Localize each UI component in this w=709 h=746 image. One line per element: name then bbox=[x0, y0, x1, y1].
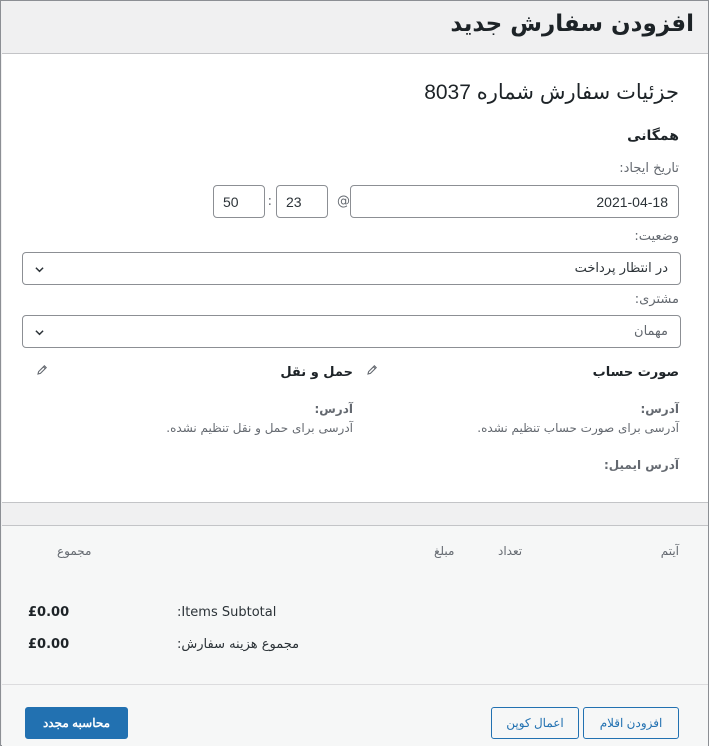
items-subtotal-value: £0.00 bbox=[28, 605, 70, 620]
items-header-item: آیتم bbox=[660, 544, 679, 558]
order-date-input[interactable]: 2021-04-18 bbox=[350, 185, 679, 218]
status-selected-value: در انتظار پرداخت bbox=[574, 261, 668, 276]
order-minute-input[interactable]: 50 bbox=[213, 185, 265, 218]
customer-select[interactable]: مهمان bbox=[22, 315, 681, 348]
shipping-address-label: آدرس: bbox=[314, 402, 353, 416]
chevron-down-icon bbox=[35, 267, 44, 273]
at-symbol: @ bbox=[337, 194, 350, 209]
billing-title: صورت حساب bbox=[592, 365, 679, 380]
items-header-cost: مبلغ bbox=[434, 544, 455, 558]
items-header-total: مجموع bbox=[57, 544, 92, 558]
items-subtotal-label: :Items Subtotal bbox=[177, 605, 277, 620]
status-label: وضعیت: bbox=[634, 229, 679, 244]
billing-address-text: آدرسی برای صورت حساب تنظیم نشده. bbox=[477, 421, 679, 435]
items-header-qty: تعداد bbox=[498, 544, 523, 558]
pencil-icon[interactable] bbox=[36, 364, 48, 376]
window-frame: افزودن سفارش جدید جزئیات سفارش شماره 803… bbox=[0, 0, 709, 746]
status-select[interactable]: در انتظار پرداخت bbox=[22, 252, 681, 285]
order-actions-bar: افزودن اقلام اعمال کوپن محاسبه مجدد bbox=[2, 684, 708, 746]
order-total-label: مجموع هزینه سفارش: bbox=[177, 637, 300, 652]
general-section-title: همگانی bbox=[627, 128, 679, 144]
order-data-panel: جزئیات سفارش شماره 8037 همگانی تاریخ ایج… bbox=[2, 53, 708, 503]
chevron-down-icon bbox=[35, 330, 44, 336]
shipping-title: حمل و نقل bbox=[280, 365, 353, 380]
order-heading: جزئیات سفارش شماره 8037 bbox=[424, 81, 679, 104]
recalculate-button[interactable]: محاسبه مجدد bbox=[25, 707, 128, 739]
time-separator: : bbox=[267, 194, 272, 209]
shipping-address-text: آدرسی برای حمل و نقل تنظیم نشده. bbox=[166, 421, 353, 435]
customer-label: مشتری: bbox=[634, 292, 679, 307]
pencil-icon[interactable] bbox=[366, 364, 378, 376]
date-created-label: تاریخ ایجاد: bbox=[619, 161, 679, 176]
page-title: افزودن سفارش جدید bbox=[450, 11, 694, 37]
add-items-button[interactable]: افزودن اقلام bbox=[583, 707, 679, 739]
customer-selected-value: مهمان bbox=[634, 324, 668, 339]
billing-address-label: آدرس: bbox=[640, 402, 679, 416]
email-label: آدرس ایمیل: bbox=[604, 458, 679, 472]
order-hour-input[interactable]: 23 bbox=[276, 185, 328, 218]
order-total-value: £0.00 bbox=[28, 637, 70, 652]
order-items-panel: آیتم مبلغ تعداد مجموع :Items Subtotal £0… bbox=[2, 525, 708, 746]
apply-coupon-button[interactable]: اعمال کوپن bbox=[491, 707, 579, 739]
